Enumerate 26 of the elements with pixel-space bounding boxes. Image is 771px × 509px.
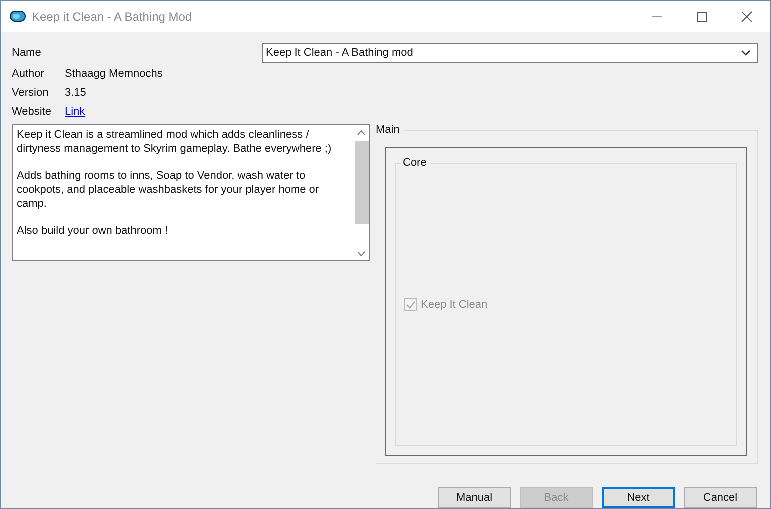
maximize-icon[interactable] xyxy=(696,10,708,22)
scroll-down-icon[interactable] xyxy=(357,251,366,257)
field-value: Sthaagg Memnochs xyxy=(65,68,163,80)
field-label: Author xyxy=(12,68,46,80)
description-paragraph: Keep it Clean is a streamlined mod which adds cleanliness / dirtyness management to Skyrim gameplay. Bathe everywhere ;) xyxy=(17,128,333,156)
check-icon xyxy=(406,300,416,308)
field-label: Version xyxy=(12,86,50,98)
field-label: Website xyxy=(12,106,53,118)
field-label: Name xyxy=(12,47,42,59)
dialog-button[interactable]: Manual xyxy=(438,487,511,508)
close-icon[interactable] xyxy=(741,10,753,22)
window-title: Keep it Clean - A Bathing Mod xyxy=(32,10,192,24)
scroll-thumb[interactable] xyxy=(354,141,368,224)
name-dropdown[interactable]: Keep It Clean - A Bathing mod xyxy=(262,43,758,63)
group-title: Core xyxy=(401,157,429,169)
dialog-button[interactable]: Cancel xyxy=(684,487,757,508)
description-paragraph: Adds bathing rooms to inns, Soap to Vendor, wash water to cookpots, and placeable washbaskets for your player home or camp. xyxy=(17,169,320,211)
scroll-up-icon[interactable] xyxy=(357,130,366,136)
description-paragraph: Also build your own bathroom ! xyxy=(17,224,170,238)
app-icon xyxy=(10,11,26,22)
description-box[interactable] xyxy=(12,124,370,261)
website-link[interactable]: Link xyxy=(65,106,86,118)
dialog-button[interactable]: Next xyxy=(602,487,675,508)
field-value: 3.15 xyxy=(65,86,86,98)
chevron-icon xyxy=(741,50,751,56)
group-title: Main xyxy=(376,124,404,136)
